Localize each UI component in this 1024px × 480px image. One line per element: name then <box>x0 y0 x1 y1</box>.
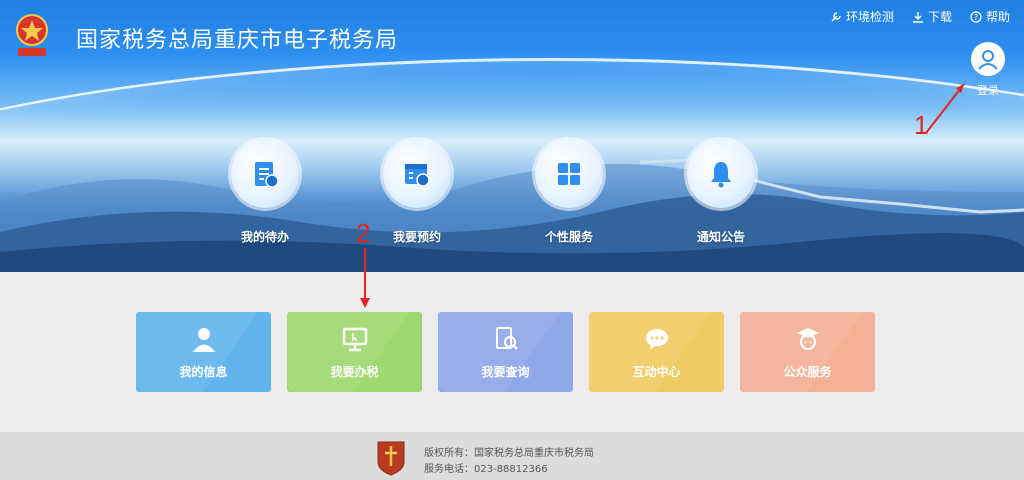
quick-personal-service-label: 个性服务 <box>544 230 593 244</box>
tile-public-service[interactable]: 公众服务 <box>740 312 875 392</box>
quick-personal-service[interactable]: 个性服务 <box>524 140 614 245</box>
calendar-clock-icon <box>405 164 430 187</box>
quick-todo-label: 我的待办 <box>240 230 289 244</box>
service-tiles: 我的信息 我要办税 我要查询 互动中心 公众服务 <box>136 312 875 392</box>
help-icon: ? <box>970 10 982 23</box>
download-label: 下载 <box>927 10 952 24</box>
great-wall-landscape <box>0 158 1024 272</box>
quick-appointment-label: 我要预约 <box>392 230 441 244</box>
chat-icon <box>645 328 668 350</box>
bell-icon <box>711 162 731 188</box>
wrench-icon <box>831 11 841 21</box>
todo-bubble <box>231 140 299 208</box>
header-banner: 国家税务总局重庆市电子税务局 环境检测 下载 ? 帮助 登录 我的待办 我要预约… <box>0 0 1024 272</box>
footer: 版权所有：国家税务总局重庆市税务局 服务电话：023-88812366 <box>0 432 1024 480</box>
tile-query-label: 我要查询 <box>481 364 530 379</box>
search-doc-icon <box>495 326 518 350</box>
help-label: 帮助 <box>985 10 1010 24</box>
monitor-icon <box>342 327 367 351</box>
footer-text: 版权所有：国家税务总局重庆市税务局 服务电话：023-88812366 <box>424 446 594 478</box>
tile-interaction[interactable]: 互动中心 <box>589 312 724 392</box>
tile-interaction-label: 互动中心 <box>632 364 681 379</box>
annotation-arrow-1 <box>925 83 965 134</box>
tile-handle-tax[interactable]: 我要办税 <box>287 312 422 392</box>
quick-notices-label: 通知公告 <box>696 230 745 244</box>
top-links: 环境检测 下载 ? 帮助 <box>830 8 1010 25</box>
login-label: 登录 <box>977 84 999 97</box>
tax-emblem-logo <box>16 14 48 56</box>
grid-icon <box>558 163 580 185</box>
tile-my-info[interactable]: 我的信息 <box>136 312 271 392</box>
env-check-link[interactable]: 环境检测 <box>830 8 894 25</box>
tile-my-info-label: 我的信息 <box>179 364 228 379</box>
todo-list-icon <box>255 162 279 188</box>
download-icon <box>912 11 923 23</box>
site-title: 国家税务总局重庆市电子税务局 <box>76 28 399 53</box>
quick-notices[interactable]: 通知公告 <box>676 140 766 245</box>
appointment-bubble <box>383 140 451 208</box>
footer-phone: 服务电话：023-88812366 <box>424 464 548 475</box>
avatar <box>971 42 1005 76</box>
notices-bubble <box>687 140 755 208</box>
annotation-number-2: 2 <box>356 218 371 248</box>
tile-handle-tax-label: 我要办税 <box>330 364 379 379</box>
personal-service-bubble <box>535 140 603 208</box>
user-avatar-icon <box>978 50 998 70</box>
annotation-arrow-2 <box>360 248 370 308</box>
help-link[interactable]: ? 帮助 <box>970 8 1010 25</box>
tile-public-service-label: 公众服务 <box>783 364 832 379</box>
user-icon <box>192 327 215 352</box>
svg-text:?: ? <box>974 13 978 22</box>
graduate-icon <box>796 327 819 350</box>
tile-query[interactable]: 我要查询 <box>438 312 573 392</box>
download-link[interactable]: 下载 <box>912 8 952 25</box>
tax-shield-logo <box>377 441 405 476</box>
footer-copyright: 版权所有：国家税务总局重庆市税务局 <box>424 448 594 459</box>
login-button[interactable]: 登录 <box>966 42 1010 98</box>
quick-todo[interactable]: 我的待办 <box>220 140 310 245</box>
env-check-label: 环境检测 <box>845 10 894 24</box>
quick-appointment[interactable]: 我要预约 <box>372 140 462 245</box>
